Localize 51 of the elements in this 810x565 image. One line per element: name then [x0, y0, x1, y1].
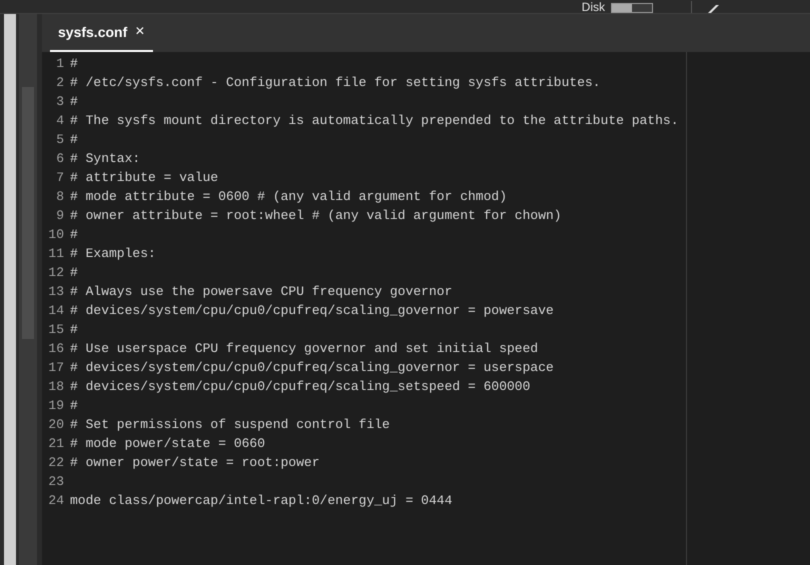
code-line: # Always use the powersave CPU frequency governor: [70, 282, 452, 301]
code-line: # owner power/state = root:power: [70, 454, 320, 472]
code-line: # Syntax:: [70, 150, 140, 168]
line-number: 16: [47, 340, 64, 358]
line-number: 8: [55, 188, 64, 206]
code-line: # mode power/state = 0660: [70, 434, 266, 453]
line-number: 19: [47, 396, 64, 415]
code-line: #: [70, 320, 78, 339]
code-line: mode class/powercap/intel-rapl:0/energy_uj = 0444: [70, 492, 452, 510]
line-number: 6: [55, 150, 64, 168]
code-line: #: [70, 264, 78, 282]
code-line: #: [70, 396, 78, 415]
code-line: #: [70, 54, 78, 73]
code-line: # The sysfs mount directory is automatically prepended to the attribute paths.: [70, 112, 678, 130]
disk-switch[interactable]: [611, 3, 653, 13]
code-line: # attribute = value: [70, 168, 218, 187]
code-line: # Use userspace CPU frequency governor and set initial speed: [70, 340, 538, 358]
line-number: 21: [47, 434, 64, 453]
close-icon[interactable]: ×: [135, 24, 145, 40]
code-line: #: [70, 130, 78, 149]
disk-label: Disk: [582, 1, 605, 13]
line-number: 4: [55, 112, 64, 130]
line-number: 3: [55, 92, 64, 111]
line-number: 14: [47, 302, 64, 320]
line-number: 20: [47, 416, 64, 434]
code-line: #: [70, 92, 78, 111]
code-line: # devices/system/cpu/cpu0/cpufreq/scaling_governor = powersave: [70, 302, 554, 320]
line-number: 12: [47, 264, 64, 282]
code-line: # devices/system/cpu/cpu0/cpufreq/scaling_setspeed = 600000: [70, 378, 530, 396]
line-number: 15: [47, 320, 64, 339]
code-line: #: [70, 226, 78, 244]
line-number: 1: [55, 54, 64, 73]
code-line: # /etc/sysfs.conf - Configuration file for setting sysfs attributes.: [70, 74, 600, 92]
code-editor[interactable]: [42, 52, 810, 565]
line-number: 24: [47, 492, 64, 510]
line-number: 18: [47, 378, 64, 396]
line-number: 17: [47, 358, 64, 377]
code-line: # mode attribute = 0600 # (any valid argument for chmod): [70, 188, 507, 206]
line-number: 7: [55, 168, 64, 187]
line-number: 11: [47, 244, 64, 263]
line-number: 5: [55, 130, 64, 149]
code-line: # owner attribute = root:wheel # (any valid argument for chown): [70, 206, 562, 225]
line-number: 9: [55, 206, 64, 225]
code-line: # devices/system/cpu/cpu0/cpufreq/scaling_governor = userspace: [70, 358, 554, 377]
code-line: # Examples:: [70, 244, 156, 263]
line-number: 23: [47, 472, 64, 491]
line-number: 13: [47, 282, 64, 301]
code-line: # Set permissions of suspend control file: [70, 416, 390, 434]
line-number: 2: [55, 74, 64, 92]
line-number: 22: [47, 454, 64, 472]
line-number: 10: [47, 226, 64, 244]
